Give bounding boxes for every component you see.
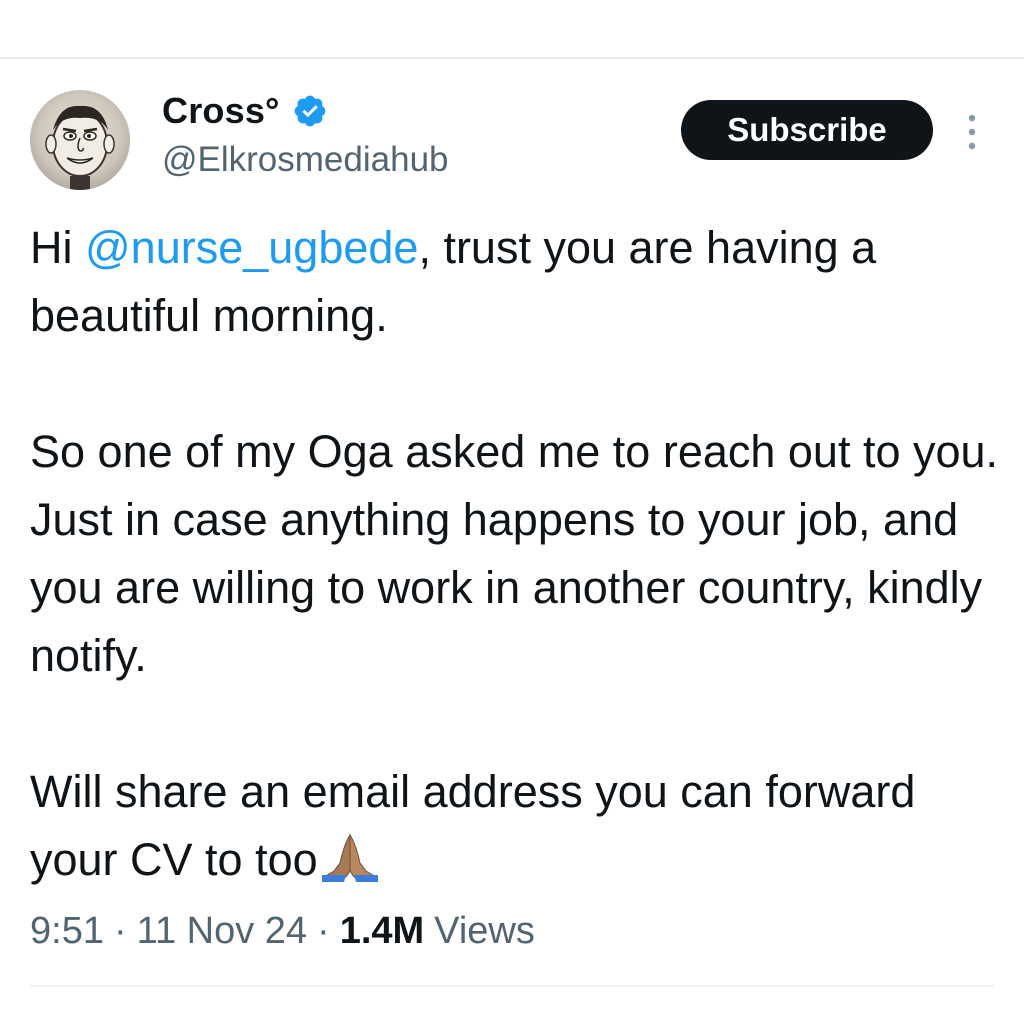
tweet-date[interactable]: 11 Nov 24 <box>137 910 307 953</box>
tweet-paragraph-3: Will share an email address you can forw… <box>30 758 1000 894</box>
mention-link[interactable]: @nurse_ugbede <box>85 222 418 273</box>
avatar-caricature-image <box>45 105 115 190</box>
more-vertical-icon[interactable] <box>960 110 984 154</box>
meta-separator: · <box>113 909 127 952</box>
tweet-time[interactable]: 9:51 <box>30 910 104 953</box>
bottom-divider <box>30 985 994 987</box>
author-handle[interactable]: @Elkrosmediahub <box>162 140 449 180</box>
display-name[interactable]: Cross° <box>162 90 280 132</box>
avatar[interactable] <box>30 90 130 190</box>
greeting-text: Hi <box>30 222 85 273</box>
tweet-meta: 9:51 · 11 Nov 24 · 1.4M Views <box>30 903 535 959</box>
views-count[interactable]: 1.4M <box>340 910 424 953</box>
top-divider <box>0 57 1024 59</box>
subscribe-button[interactable]: Subscribe <box>681 100 933 160</box>
tweet-paragraph-3-text: Will share an email address you can forw… <box>30 766 916 885</box>
author-name-row: Cross° <box>162 86 328 136</box>
folded-hands-emoji <box>321 833 378 882</box>
views-label[interactable]: Views <box>434 910 535 953</box>
tweet-text: Hi @nurse_ugbede, trust you are having a… <box>30 214 1000 894</box>
verified-badge-icon[interactable] <box>292 93 328 129</box>
meta-separator: · <box>317 909 330 952</box>
tweet-paragraph-1: Hi @nurse_ugbede, trust you are having a… <box>30 214 1000 350</box>
tweet-paragraph-2: So one of my Oga asked me to reach out t… <box>30 426 999 681</box>
